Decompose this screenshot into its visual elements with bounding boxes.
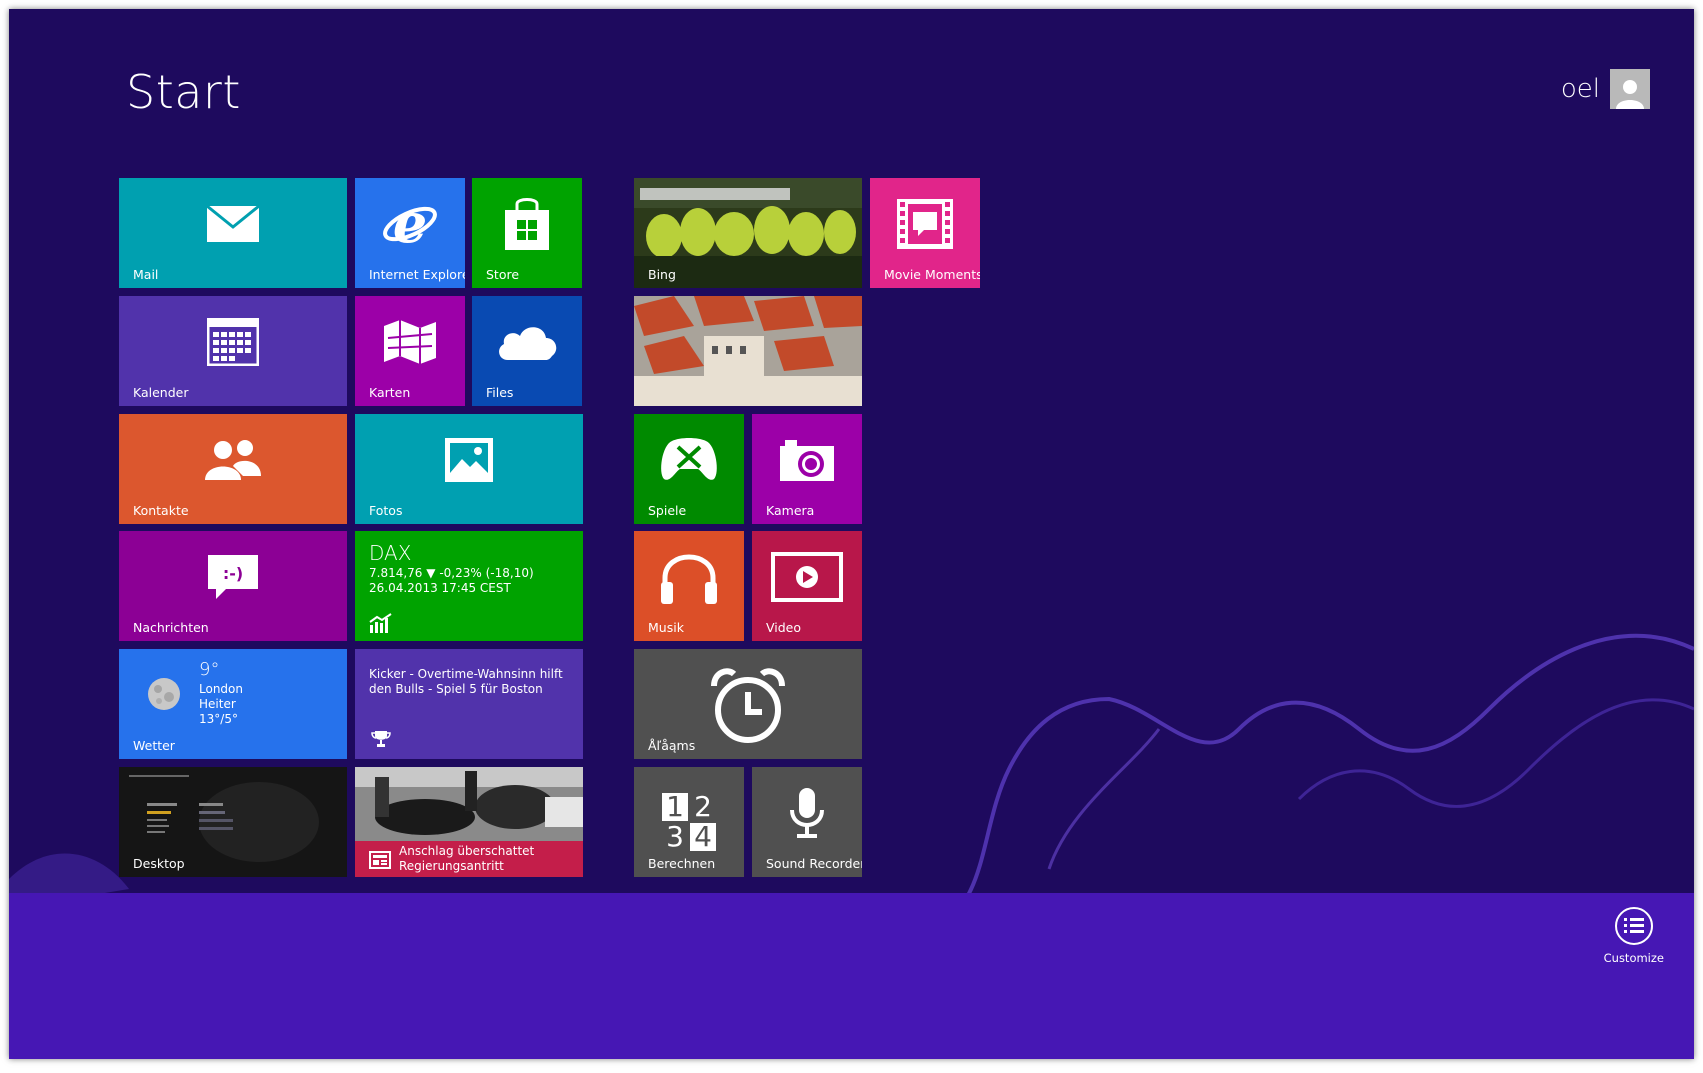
tile-label: Karten [369, 385, 411, 400]
tile-internet-explorer[interactable]: e Internet Explorer [355, 178, 465, 288]
tile-label: Åľåąms [648, 738, 696, 753]
tile-label: Nachrichten [133, 620, 209, 635]
finance-chart-icon [369, 613, 392, 633]
tile-label: Sound Recorder [766, 856, 862, 871]
calendar-icon [207, 318, 259, 367]
headphones-icon [661, 554, 717, 605]
tile-label: Musik [648, 620, 684, 635]
tile-desktop[interactable]: Desktop [119, 767, 347, 877]
tile-label: Video [766, 620, 802, 635]
customize-label: Customize [1603, 951, 1664, 965]
microphone-icon [790, 788, 824, 839]
tile-bing[interactable]: Bing [634, 178, 862, 288]
avatar[interactable] [1610, 69, 1650, 109]
cloud-icon [499, 327, 557, 361]
tile-kalender[interactable]: Kalender [119, 296, 347, 406]
tile-karten[interactable]: Karten [355, 296, 465, 406]
tile-alarms[interactable]: Åľåąms [634, 649, 862, 759]
tile-photo-live[interactable] [634, 296, 862, 406]
tile-kamera[interactable]: Kamera [752, 414, 862, 524]
svg-text:e: e [393, 196, 427, 252]
ie-icon: e [383, 196, 437, 252]
tile-news[interactable]: Anschlag überschattet Regierungsantritt [355, 767, 583, 877]
finance-date: 26.04.2013 17:45 CEST [369, 581, 511, 595]
calc-digit: 1 [662, 793, 688, 821]
tile-label: Movie Moments [884, 267, 980, 282]
emoticon-text: :-) [223, 564, 243, 583]
calc-digit: 3 [666, 820, 684, 853]
alarm-clock-icon [711, 668, 785, 744]
tile-spiele[interactable]: Spiele [634, 414, 744, 524]
app-bar: Customize [9, 893, 1694, 1059]
page-title: Start [126, 65, 241, 119]
tile-label: Kontakte [133, 503, 189, 518]
calculator-icon: 1 2 3 4 [662, 793, 716, 851]
tile-nachrichten[interactable]: :-) Nachrichten [119, 531, 347, 641]
news-photo-image [355, 767, 583, 841]
tile-label: Internet Explorer [369, 267, 465, 282]
finance-value: 7.814,76 [369, 566, 423, 580]
moon-icon [148, 678, 180, 710]
down-arrow-icon: ▼ [426, 566, 436, 580]
tile-video[interactable]: Video [752, 531, 862, 641]
customize-button[interactable]: Customize [1604, 907, 1664, 965]
user-name: oel [1560, 74, 1600, 104]
calc-digit: 2 [694, 790, 712, 823]
film-icon [897, 199, 953, 250]
tile-label: Bing [648, 267, 676, 282]
tile-mail[interactable]: Mail [119, 178, 347, 288]
tile-store[interactable]: Store [472, 178, 582, 288]
envelope-icon [206, 205, 260, 243]
store-bag-icon [505, 198, 549, 251]
tile-label: Wetter [133, 738, 175, 753]
people-icon [205, 440, 261, 481]
map-icon [384, 320, 436, 365]
user-account[interactable]: oel [1561, 69, 1650, 109]
news-caption-bar: Anschlag überschattet Regierungsantritt [355, 841, 583, 877]
weather-city: London [199, 682, 243, 696]
finance-index-name: DAX [369, 541, 412, 565]
customize-list-icon [1614, 907, 1653, 945]
weather-temp: 9° [199, 659, 220, 680]
tile-news-sports[interactable]: Kicker - Overtime-Wahnsinn hilft den Bul… [355, 649, 583, 759]
news-headline: Anschlag überschattet Regierungsantritt [399, 844, 535, 873]
finance-change: -0,23% (-18,10) [439, 566, 534, 580]
weather-condition: Heiter [199, 697, 236, 711]
message-icon: :-) [208, 555, 258, 600]
camera-icon [780, 440, 834, 482]
tile-fotos[interactable]: Fotos [355, 414, 583, 524]
play-icon [771, 552, 843, 603]
trophy-icon [371, 731, 391, 747]
tile-berechnen[interactable]: 1 2 3 4 Berechnen [634, 767, 744, 877]
tile-label: Kamera [766, 503, 815, 518]
tile-label: Fotos [369, 503, 403, 518]
tile-label: Spiele [648, 503, 687, 518]
weather-range: 13°/5° [199, 712, 238, 726]
tile-label: Desktop [133, 856, 185, 871]
tile-wetter[interactable]: 9° London Heiter 13°/5° Wetter [119, 649, 347, 759]
start-screen: Start oel Mail e Internet Explorer Store… [9, 9, 1694, 1059]
tile-label: Berechnen [648, 856, 716, 871]
gamepad-icon [661, 438, 717, 480]
tile-label: Files [486, 385, 514, 400]
tile-finance[interactable]: DAX 7.814,76 ▼ -0,23% (-18,10) 26.04.201… [355, 531, 583, 641]
calc-digit: 4 [690, 823, 716, 851]
news-icon [369, 851, 391, 869]
tile-files[interactable]: Files [472, 296, 582, 406]
tile-label: Mail [133, 267, 159, 282]
tile-label: Kalender [133, 385, 189, 400]
user-icon [1616, 80, 1644, 109]
photo-icon [445, 438, 493, 483]
city-rooftops-image [634, 296, 862, 406]
news-headline: Kicker - Overtime-Wahnsinn hilft den Bul… [369, 667, 563, 696]
tile-movie-moments[interactable]: Movie Moments [870, 178, 980, 288]
finance-quote: 7.814,76 ▼ -0,23% (-18,10) [369, 566, 534, 581]
tile-sound-recorder[interactable]: Sound Recorder [752, 767, 862, 877]
tile-label: Store [486, 267, 520, 282]
tile-kontakte[interactable]: Kontakte [119, 414, 347, 524]
tile-musik[interactable]: Musik [634, 531, 744, 641]
